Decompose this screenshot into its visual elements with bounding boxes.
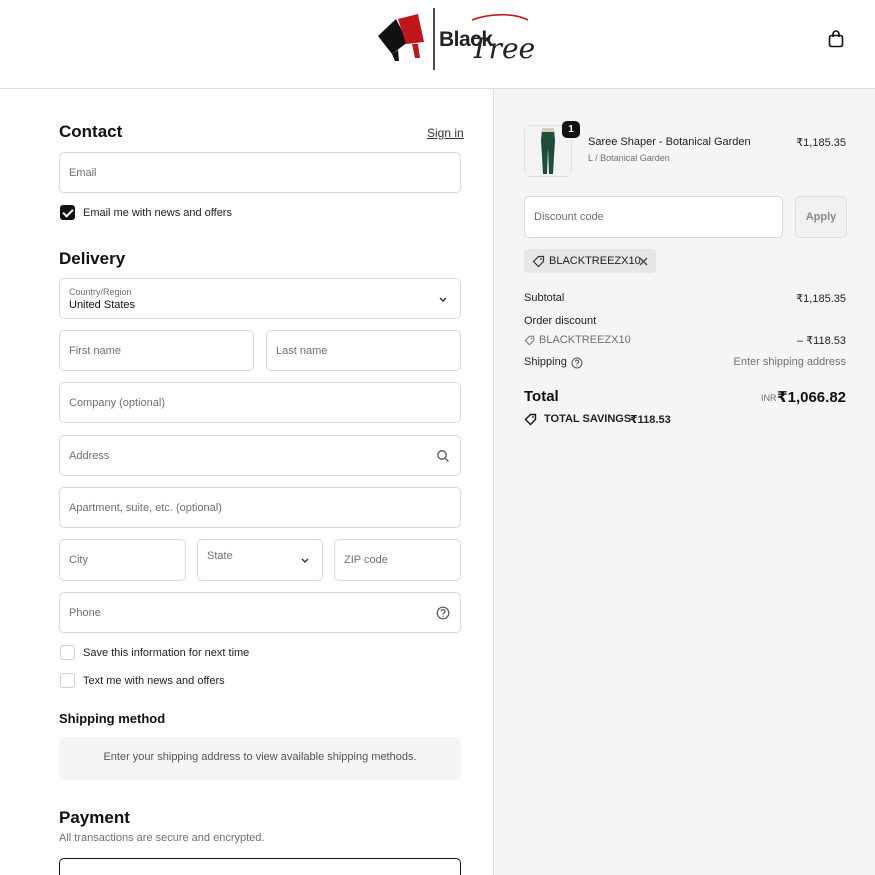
first-name-placeholder: First name <box>69 344 121 357</box>
site-header: Black Tree <box>0 0 875 89</box>
first-name-field[interactable]: First name <box>59 330 254 371</box>
total-savings-label: TOTAL SAVINGS <box>544 413 632 425</box>
phone-field[interactable]: Phone <box>59 592 461 633</box>
tag-icon <box>532 255 545 268</box>
total-label: Total <box>524 388 559 405</box>
help-icon[interactable] <box>436 606 450 620</box>
apartment-placeholder: Apartment, suite, etc. (optional) <box>69 501 222 514</box>
phone-placeholder: Phone <box>69 606 101 619</box>
applied-discount-code: BLACKTREEZX10 <box>549 255 641 267</box>
applied-discount-chip: BLACKTREEZX10 <box>524 249 656 273</box>
shipping-value: Enter shipping address <box>733 356 846 368</box>
city-field[interactable]: City <box>59 539 186 581</box>
shipping-method-title: Shipping method <box>59 711 166 726</box>
subtotal-label: Subtotal <box>524 292 565 304</box>
payment-subtitle: All transactions are secure and encrypte… <box>59 832 265 844</box>
close-icon[interactable] <box>638 256 649 267</box>
save-info-option[interactable]: Save this information for next time <box>60 645 249 660</box>
contact-title: Contact <box>59 122 123 141</box>
text-news-checkbox[interactable] <box>60 673 75 688</box>
shopping-bag-icon[interactable] <box>826 29 846 49</box>
payment-title: Payment <box>59 808 130 827</box>
country-select[interactable]: Country/Region United States <box>59 278 461 319</box>
delivery-title: Delivery <box>59 249 126 268</box>
last-name-placeholder: Last name <box>276 344 328 357</box>
last-name-field[interactable]: Last name <box>266 330 461 371</box>
shipping-method-message: Enter your shipping address to view avai… <box>103 751 417 763</box>
shipping-method-notice: Enter your shipping address to view avai… <box>59 737 461 780</box>
subtotal-value: ₹1,185.35 <box>796 293 846 305</box>
country-label: Country/Region <box>69 287 132 297</box>
text-news-label: Text me with news and offers <box>83 674 225 687</box>
order-discount-label: Order discount <box>524 315 597 327</box>
tag-icon <box>524 413 537 426</box>
brand-logo[interactable]: Black Tree <box>376 6 535 72</box>
zip-code-placeholder: ZIP code <box>344 554 388 566</box>
order-discount-code: BLACKTREEZX10 <box>539 334 631 346</box>
text-news-option[interactable]: Text me with news and offers <box>60 673 225 688</box>
checkout-form: Contact Sign in Email Email me with news… <box>0 89 493 875</box>
state-placeholder: State <box>207 550 233 562</box>
search-icon <box>437 449 449 462</box>
email-field[interactable]: Email <box>59 152 461 193</box>
company-placeholder: Company (optional) <box>69 396 165 409</box>
company-field[interactable]: Company (optional) <box>59 382 461 423</box>
email-news-option[interactable]: Email me with news and offers <box>60 205 232 220</box>
shipping-label: Shipping <box>524 356 567 368</box>
help-icon[interactable] <box>571 357 583 369</box>
email-news-checkbox[interactable] <box>60 205 75 220</box>
product-name: Saree Shaper - Botanical Garden <box>588 136 751 148</box>
discount-code-placeholder: Discount code <box>534 211 604 223</box>
email-news-label: Email me with news and offers <box>83 206 232 219</box>
zip-code-field[interactable]: ZIP code <box>334 539 461 581</box>
order-discount-value: – ₹118.53 <box>796 335 846 347</box>
total-value: ₹1,066.82 <box>777 389 846 406</box>
save-info-label: Save this information for next time <box>83 646 250 659</box>
payment-method-card[interactable] <box>59 858 461 875</box>
city-placeholder: City <box>69 554 88 566</box>
product-variant: L / Botanical Garden <box>588 153 670 163</box>
chevron-down-icon <box>439 297 447 302</box>
apply-discount-button[interactable]: Apply <box>795 196 847 238</box>
brand-name-tree: Tree <box>470 32 536 65</box>
chevron-down-icon <box>301 558 309 563</box>
total-savings-value: ₹118.53 <box>630 414 671 426</box>
total-currency: INR <box>761 393 777 403</box>
discount-code-field[interactable]: Discount code <box>524 196 783 238</box>
save-info-checkbox[interactable] <box>60 645 75 660</box>
email-placeholder: Email <box>69 166 97 179</box>
tag-icon <box>524 335 535 346</box>
sign-in-link[interactable]: Sign in <box>427 126 464 140</box>
state-select[interactable]: State <box>197 539 323 581</box>
country-value: United States <box>69 299 136 311</box>
apartment-field[interactable]: Apartment, suite, etc. (optional) <box>59 487 461 528</box>
quantity-badge: 1 <box>562 121 580 138</box>
address-placeholder: Address <box>69 449 110 462</box>
order-summary: 1 Saree Shaper - Botanical Garden L / Bo… <box>493 89 875 875</box>
product-price: ₹1,185.35 <box>796 137 846 149</box>
address-field[interactable]: Address <box>59 435 461 476</box>
